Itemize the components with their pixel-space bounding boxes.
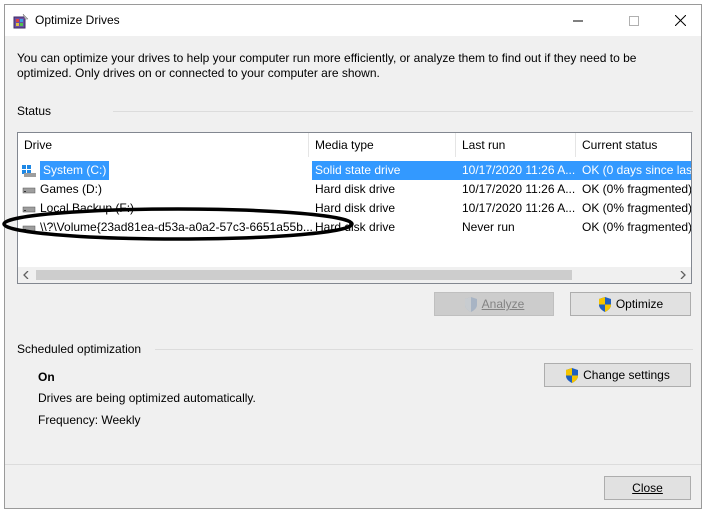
column-header-current-status[interactable]: Current status: [576, 133, 691, 157]
schedule-state: On: [38, 370, 55, 384]
media-type-cell: Hard disk drive: [315, 201, 396, 215]
title-bar[interactable]: Optimize Drives: [5, 5, 701, 36]
uac-shield-icon: [464, 296, 477, 312]
change-settings-button[interactable]: Change settings: [544, 363, 691, 387]
close-icon: [674, 15, 686, 26]
maximize-icon: [629, 15, 639, 26]
hard-drive-icon: [22, 187, 36, 194]
scheduled-group-label: Scheduled optimization: [17, 342, 142, 356]
footer-divider: [5, 464, 701, 465]
drive-name: Games (D:): [40, 182, 103, 196]
drive-cell: Local Backup (F:): [22, 199, 312, 218]
maximize-button[interactable]: [611, 5, 657, 36]
drive-cell: System (C:): [22, 161, 312, 180]
column-header-media-type[interactable]: Media type: [309, 133, 456, 157]
current-status-cell: OK (0% fragmented): [582, 220, 692, 234]
description-text: You can optimize your drives to help you…: [17, 51, 637, 80]
minimize-button[interactable]: [555, 5, 601, 36]
hard-drive-icon: [22, 206, 36, 213]
drive-cell: \\?\Volume{23ad81ea-d53a-a0a2-57c3-6651a…: [22, 218, 312, 237]
status-divider: [113, 111, 693, 112]
column-header-drive[interactable]: Drive: [18, 133, 309, 157]
close-button[interactable]: Close: [604, 476, 691, 500]
hard-drive-icon: [22, 225, 36, 232]
last-run-cell: 10/17/2020 11:26 A...: [462, 201, 576, 215]
drive-row-local-backup[interactable]: Local Backup (F:) Hard disk drive 10/17/…: [18, 199, 691, 218]
schedule-detail: Drives are being optimized automatically…: [38, 391, 256, 405]
current-status-cell: OK (0% fragmented): [582, 201, 692, 215]
last-run-cell: 10/17/2020 11:26 A...: [462, 182, 576, 196]
media-type-cell: Solid state drive: [312, 161, 462, 180]
drive-cell: Games (D:): [22, 180, 312, 199]
horizontal-scrollbar[interactable]: [18, 267, 691, 283]
minimize-icon: [573, 20, 583, 21]
column-header-last-run[interactable]: Last run: [456, 133, 576, 157]
analyze-button[interactable]: Analyze: [434, 292, 554, 316]
drives-list[interactable]: Drive Media type Last run Current status…: [17, 132, 692, 284]
analyze-label: Analyze: [481, 297, 525, 311]
drives-list-header: Drive Media type Last run Current status: [18, 133, 691, 157]
drive-row-system[interactable]: System (C:) Solid state drive 10/17/2020…: [18, 161, 691, 180]
media-type-cell: Hard disk drive: [315, 182, 396, 196]
optimize-drives-window: Optimize Drives You can optimize your dr…: [4, 4, 702, 509]
drive-name: Local Backup (F:): [40, 201, 135, 215]
optimize-button[interactable]: Optimize: [570, 292, 691, 316]
media-type-cell: Hard disk drive: [315, 220, 396, 234]
drive-row-games[interactable]: Games (D:) Hard disk drive 10/17/2020 11…: [18, 180, 691, 199]
current-status-cell: OK (0 days since last: [582, 161, 691, 180]
window-title: Optimize Drives: [35, 13, 120, 27]
optimize-label: Optimize: [615, 297, 664, 311]
scheduled-divider: [155, 349, 693, 350]
close-label: Close: [632, 481, 663, 495]
drive-name: System (C:): [40, 161, 110, 180]
uac-shield-icon: [598, 296, 611, 312]
scrollbar-thumb[interactable]: [36, 270, 572, 280]
last-run-cell: 10/17/2020 11:26 A...: [462, 161, 582, 180]
drive-row-volume[interactable]: \\?\Volume{23ad81ea-d53a-a0a2-57c3-6651a…: [18, 218, 691, 237]
defrag-app-icon: [13, 13, 29, 29]
current-status-cell: OK (0% fragmented): [582, 182, 692, 196]
change-settings-label: Change settings: [583, 368, 670, 382]
uac-shield-icon: [566, 367, 579, 383]
scroll-left-icon[interactable]: [22, 271, 30, 279]
schedule-frequency: Frequency: Weekly: [38, 413, 141, 427]
drive-name: \\?\Volume{23ad81ea-d53a-a0a2-57c3-6651a…: [40, 220, 312, 234]
status-group-label: Status: [17, 104, 52, 118]
windows-drive-icon: [22, 164, 36, 177]
close-window-button[interactable]: [657, 5, 703, 36]
scroll-right-icon[interactable]: [679, 271, 687, 279]
last-run-cell: Never run: [462, 220, 515, 234]
